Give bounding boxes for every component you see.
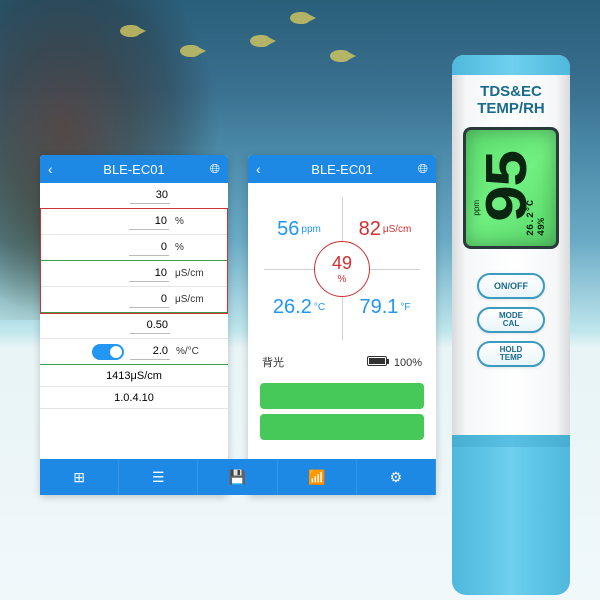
action-bar-1[interactable] [260, 383, 424, 409]
fish-decoration [180, 45, 200, 57]
ec-value: 82 [359, 218, 381, 241]
percent-a-input[interactable] [129, 213, 169, 230]
lcd-screen: ppm 95 49% 26.2°C [463, 127, 559, 249]
setting-row [40, 183, 228, 209]
cal-solution-row: 1413μS/cm [40, 365, 228, 387]
ec-a-input[interactable] [129, 265, 169, 282]
value-input[interactable] [130, 187, 170, 204]
unit-label: % [175, 242, 217, 253]
bottom-nav: ⊞ ☰ 💾 📶 ⚙ [248, 459, 436, 495]
nav-wifi-icon[interactable]: 📶 [278, 459, 357, 495]
tempf-unit: °F [400, 302, 410, 313]
cal-solution-value: 1413μS/cm [106, 370, 162, 382]
percent-b-input[interactable] [129, 239, 169, 256]
tempc-value: 26.2 [273, 296, 312, 319]
app-header: ‹ BLE-EC01 🌐︎ [248, 155, 436, 183]
highlighted-section: % % μS/cm μS/cm [40, 208, 228, 314]
fish-decoration [290, 12, 310, 24]
tds-unit: ppm [301, 224, 320, 235]
globe-icon[interactable]: 🌐︎ [418, 161, 428, 177]
readings-quadrant: 56 ppm 82 μS/cm 26.2 °C 79.1 °F 49 % [256, 191, 428, 346]
tds-value: 56 [277, 218, 299, 241]
version-text: 1.0.4.10 [114, 392, 154, 404]
tempf-value: 79.1 [359, 296, 398, 319]
battery-percent: 100% [394, 357, 422, 369]
tempc-unit: °C [314, 302, 325, 313]
device-model-label: TDS&EC TEMP/RH [452, 83, 570, 118]
app-title: BLE-EC01 [311, 162, 372, 177]
temp-coef-row: %/°C [40, 339, 228, 365]
device-onoff-button[interactable]: ON/OFF [477, 273, 545, 299]
fish-decoration [330, 50, 350, 62]
version-row: 1.0.4.10 [40, 387, 228, 409]
globe-icon[interactable]: 🌐︎ [210, 161, 220, 177]
app-title: BLE-EC01 [103, 162, 164, 177]
unit-label: μS/cm [175, 294, 217, 305]
ec-unit: μS/cm [383, 224, 412, 235]
app-header: ‹ BLE-EC01 🌐︎ [40, 155, 228, 183]
humidity-unit: % [338, 274, 347, 285]
tds-meter-device: TDS&EC TEMP/RH ppm 95 49% 26.2°C ON/OFF … [452, 55, 570, 595]
unit-label: % [175, 216, 217, 227]
factor-row [40, 313, 228, 339]
battery-icon [367, 356, 387, 366]
phone-readings-screen: ‹ BLE-EC01 🌐︎ 56 ppm 82 μS/cm 26.2 °C [248, 155, 436, 495]
factor-input[interactable] [130, 317, 170, 334]
ec-b-input[interactable] [129, 291, 169, 308]
humidity-circle: 49 % [314, 241, 370, 297]
back-icon[interactable]: ‹ [48, 161, 53, 177]
nav-settings-icon[interactable]: ⚙ [357, 459, 436, 495]
device-top-strip [452, 55, 570, 75]
action-bar-2[interactable] [260, 414, 424, 440]
device-hold-button[interactable]: HOLD TEMP [477, 341, 545, 367]
unit-label: %/°C [176, 346, 218, 357]
nav-save-icon[interactable]: 💾 [248, 459, 278, 495]
device-cap [452, 435, 570, 595]
unit-label: μS/cm [175, 268, 217, 279]
temp-coef-input[interactable] [130, 343, 170, 360]
device-body: TDS&EC TEMP/RH ppm 95 49% 26.2°C ON/OFF … [452, 55, 570, 447]
backlight-row: 背光 100% [256, 346, 428, 378]
backlight-label: 背光 [262, 357, 284, 369]
phone-settings-screen: ‹ BLE-EC01 🌐︎ % % μS/cm [40, 155, 228, 495]
humidity-value: 49 [332, 253, 352, 274]
cap-ridge [452, 435, 570, 447]
lcd-side-readings: 49% 26.2°C [526, 140, 548, 236]
device-mode-button[interactable]: MODE CAL [477, 307, 545, 333]
back-icon[interactable]: ‹ [256, 161, 261, 177]
fish-decoration [120, 25, 140, 37]
toggle-switch[interactable] [92, 344, 124, 360]
fish-decoration [250, 35, 270, 47]
